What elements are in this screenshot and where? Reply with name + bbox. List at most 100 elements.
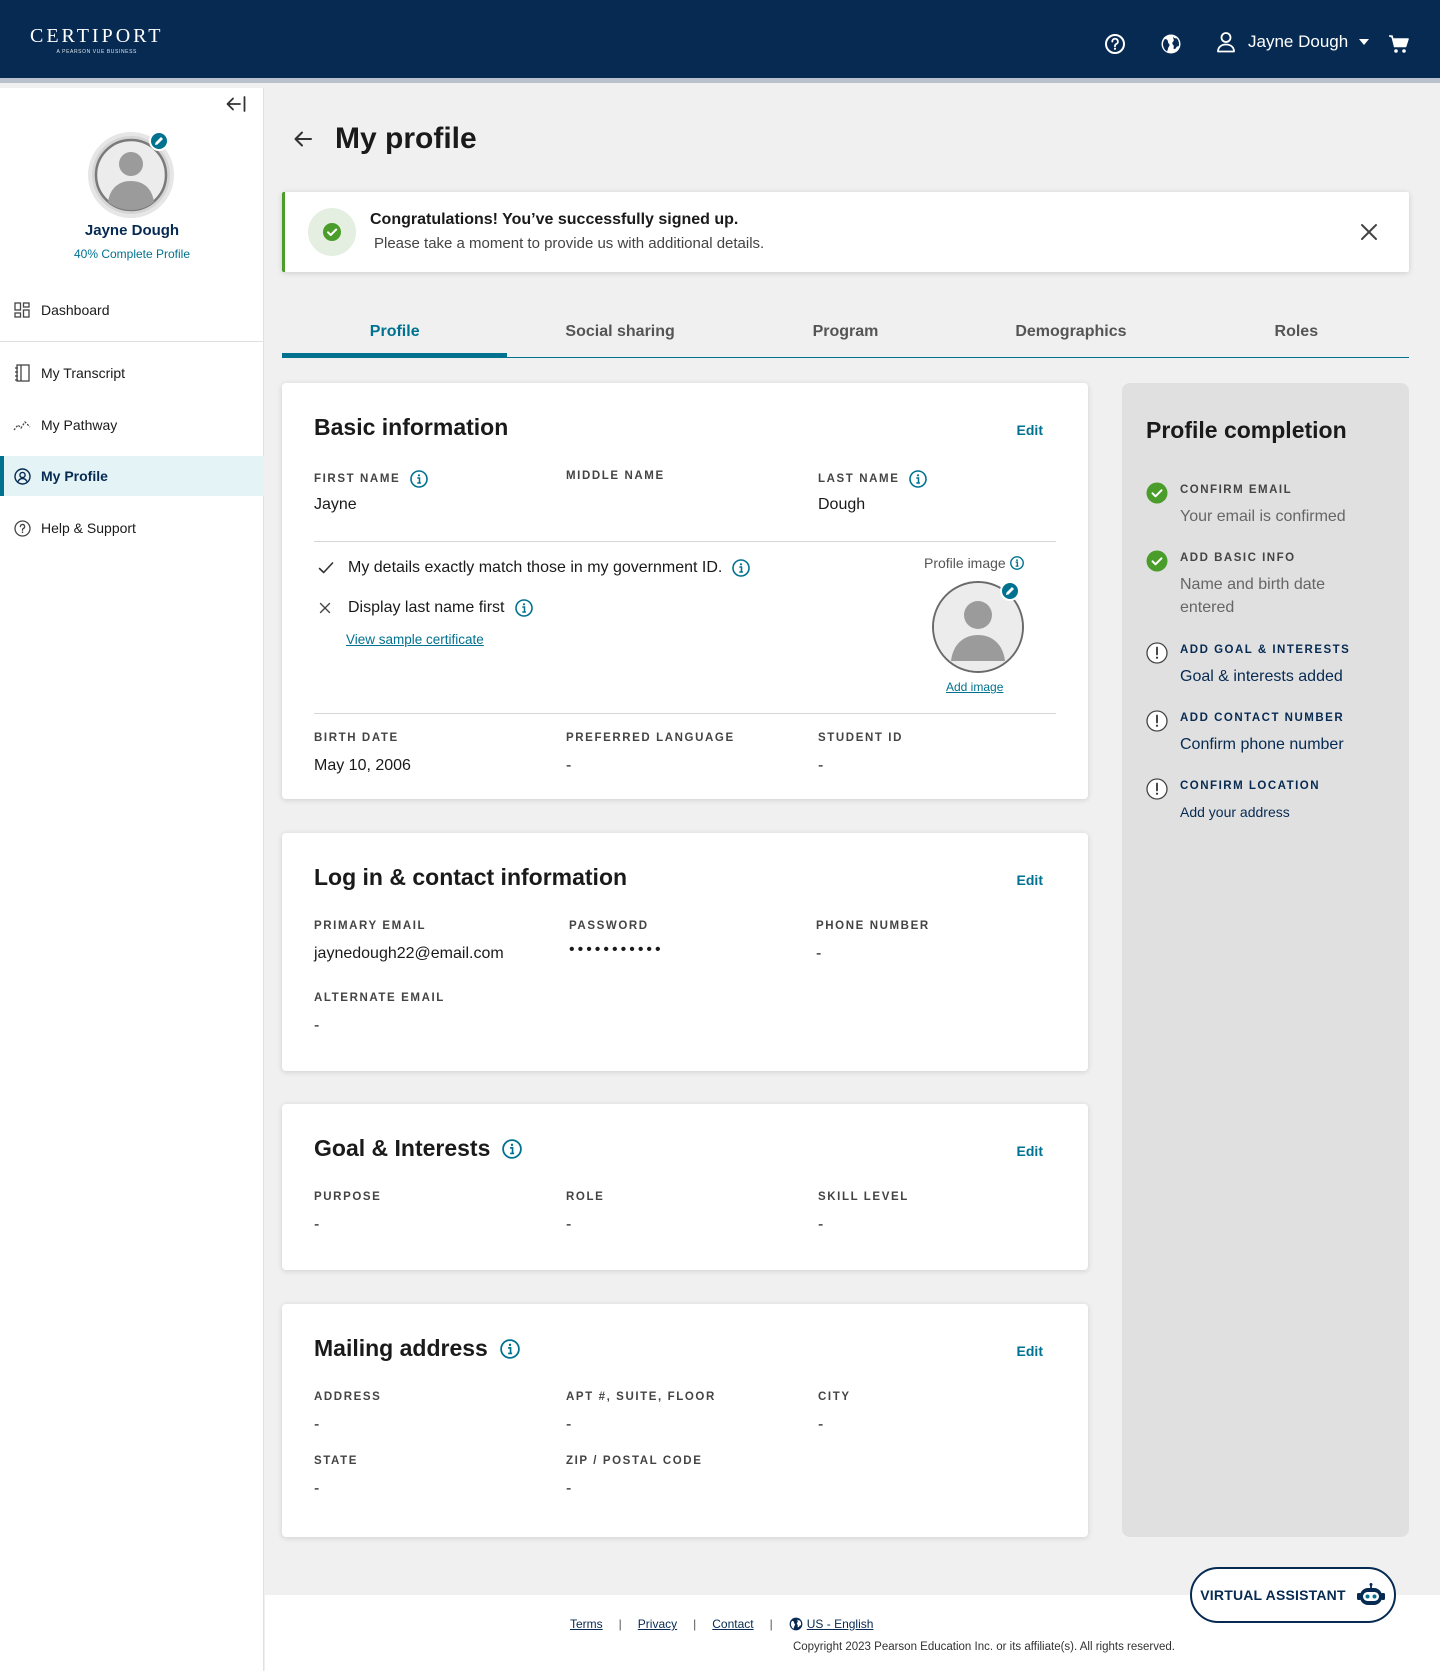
- last-name-first-text: Display last name first: [348, 599, 505, 616]
- primary-email-label: PRIMARY EMAIL: [314, 920, 427, 932]
- address-label: ADDRESS: [314, 1391, 382, 1403]
- collapse-sidebar-icon[interactable]: [225, 94, 249, 116]
- help-icon: [13, 519, 31, 537]
- tab-roles[interactable]: Roles: [1184, 310, 1409, 357]
- role-value: -: [566, 1216, 572, 1233]
- add-image-link[interactable]: Add image: [946, 680, 1003, 694]
- basic-information-card: Basic information Edit FIRST NAME Jayne …: [282, 383, 1088, 799]
- exclamation-circle-icon: [1146, 710, 1168, 732]
- edit-avatar-icon[interactable]: [149, 131, 169, 151]
- profile-image-label-text: Profile image: [924, 555, 1006, 571]
- sidebar-item-profile[interactable]: My Profile: [0, 456, 264, 496]
- exclamation-circle-icon: [1146, 642, 1168, 664]
- tab-social-sharing[interactable]: Social sharing: [507, 310, 732, 357]
- gov-id-match-row: My details exactly match those in my gov…: [318, 559, 751, 577]
- tab-demographics[interactable]: Demographics: [958, 310, 1183, 357]
- profile-completion-text: 40% Complete Profile: [73, 247, 191, 261]
- close-icon[interactable]: [1359, 222, 1379, 242]
- robot-icon: [1356, 1582, 1386, 1608]
- student-id-label: STUDENT ID: [818, 732, 903, 744]
- help-icon[interactable]: [1104, 33, 1126, 55]
- card-title: Mailing address: [314, 1335, 520, 1362]
- completion-item-label: CONFIRM LOCATION: [1180, 780, 1321, 792]
- card-title-text: Mailing address: [314, 1335, 488, 1361]
- section-divider: [314, 713, 1056, 714]
- phone-number-label: PHONE NUMBER: [816, 920, 930, 932]
- sidebar-item-dashboard[interactable]: Dashboard: [0, 290, 264, 330]
- info-icon[interactable]: [1009, 556, 1024, 570]
- language-selector[interactable]: US - English: [789, 1617, 874, 1631]
- separator: |: [769, 1617, 773, 1631]
- language-link[interactable]: US - English: [807, 1617, 874, 1631]
- top-header: CERTIPORT A PEARSON VUE BUSINESS Jayne D…: [0, 0, 1440, 83]
- contact-link[interactable]: Contact: [712, 1617, 753, 1631]
- first-name-label: FIRST NAME: [314, 470, 429, 488]
- role-label: ROLE: [566, 1191, 605, 1203]
- dashboard-icon: [13, 301, 31, 319]
- info-icon[interactable]: [514, 599, 533, 617]
- sidebar-item-label: My Transcript: [41, 365, 126, 381]
- info-icon[interactable]: [502, 1138, 523, 1159]
- preferred-language-value: -: [566, 757, 572, 774]
- birth-date-value: May 10, 2006: [314, 757, 411, 774]
- x-icon: [318, 601, 334, 615]
- tab-program[interactable]: Program: [733, 310, 958, 357]
- address-value: -: [314, 1416, 320, 1433]
- edit-profile-image-icon[interactable]: [1000, 581, 1020, 601]
- preferred-language-label: PREFERRED LANGUAGE: [566, 732, 735, 744]
- zip-label: ZIP / POSTAL CODE: [566, 1455, 703, 1467]
- info-icon[interactable]: [500, 1338, 520, 1359]
- success-alert: Congratulations! You’ve successfully sig…: [282, 192, 1409, 272]
- check-circle-icon: [1146, 550, 1168, 572]
- completion-item-desc: Name and birth date entered: [1180, 576, 1325, 616]
- password-label: PASSWORD: [569, 920, 649, 932]
- completion-title: Profile completion: [1146, 417, 1347, 443]
- separator: |: [693, 1617, 697, 1631]
- check-circle-icon: [1146, 482, 1168, 504]
- certiport-logo[interactable]: CERTIPORT A PEARSON VUE BUSINESS: [30, 26, 164, 55]
- completion-item-label: ADD BASIC INFO: [1180, 552, 1296, 564]
- first-name-value: Jayne: [314, 496, 357, 513]
- chevron-down-icon: [1358, 38, 1370, 46]
- terms-link[interactable]: Terms: [570, 1617, 603, 1631]
- state-value: -: [314, 1480, 320, 1497]
- user-menu[interactable]: Jayne Dough: [1216, 31, 1370, 53]
- tab-profile[interactable]: Profile: [282, 310, 508, 357]
- card-title: Goal & Interests: [314, 1135, 523, 1162]
- edit-goals-button[interactable]: Edit: [1017, 1143, 1043, 1159]
- privacy-link[interactable]: Privacy: [638, 1617, 677, 1631]
- info-icon[interactable]: [732, 559, 751, 577]
- info-icon[interactable]: [909, 470, 928, 488]
- info-icon[interactable]: [410, 470, 429, 488]
- edit-basic-info-button[interactable]: Edit: [1017, 422, 1043, 438]
- alternate-email-value: -: [314, 1017, 320, 1034]
- last-name-label: LAST NAME: [818, 470, 928, 488]
- last-name-label-text: LAST NAME: [818, 473, 900, 485]
- goal-interests-card: Goal & Interests Edit PURPOSE - ROLE - S…: [282, 1104, 1088, 1270]
- first-name-label-text: FIRST NAME: [314, 473, 401, 485]
- contact-information-card: Log in & contact information Edit PRIMAR…: [282, 833, 1088, 1071]
- completion-item-label: ADD CONTACT NUMBER: [1180, 712, 1345, 724]
- sidebar-item-pathway[interactable]: My Pathway: [0, 405, 264, 445]
- separator: |: [618, 1617, 622, 1631]
- sidebar-item-label: Help & Support: [41, 520, 136, 536]
- completion-item-desc: Confirm phone number: [1180, 736, 1344, 753]
- sidebar-user-name: Jayne Dough: [84, 222, 180, 239]
- cart-icon[interactable]: [1388, 33, 1410, 55]
- sidebar-item-help[interactable]: Help & Support: [0, 508, 264, 548]
- back-arrow-icon[interactable]: [292, 128, 314, 150]
- globe-icon[interactable]: [1160, 33, 1182, 55]
- virtual-assistant-label: VIRTUAL ASSISTANT: [1200, 1587, 1346, 1603]
- alert-message: Please take a moment to provide us with …: [374, 235, 765, 252]
- student-id-value: -: [818, 757, 824, 774]
- view-sample-certificate-link[interactable]: View sample certificate: [346, 632, 484, 647]
- edit-mailing-address-button[interactable]: Edit: [1017, 1343, 1043, 1359]
- footer-links: Terms | Privacy | Contact | US - English: [570, 1617, 873, 1631]
- user-icon: [1216, 31, 1236, 53]
- edit-contact-info-button[interactable]: Edit: [1017, 872, 1043, 888]
- virtual-assistant-button[interactable]: VIRTUAL ASSISTANT: [1190, 1567, 1396, 1623]
- sidebar-item-transcript[interactable]: My Transcript: [0, 353, 264, 393]
- card-title-text: Goal & Interests: [314, 1135, 491, 1161]
- primary-email-value: jaynedough22@email.com: [314, 945, 504, 962]
- profile-completion-panel: Profile completion CONFIRM EMAIL Your em…: [1122, 383, 1409, 1537]
